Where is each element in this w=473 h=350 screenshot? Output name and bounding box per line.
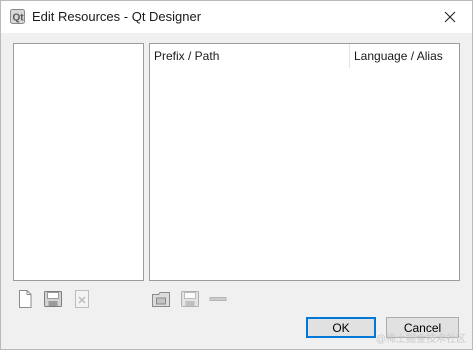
qt-designer-icon: Qt xyxy=(10,9,25,24)
open-resource-file-button[interactable] xyxy=(43,289,63,309)
column-header-language-alias[interactable]: Language / Alias xyxy=(354,44,443,68)
resource-files-list[interactable] xyxy=(13,43,144,281)
new-resource-file-button[interactable] xyxy=(15,289,35,309)
add-files-button[interactable] xyxy=(180,289,200,309)
close-icon xyxy=(444,11,456,23)
remove-file-icon xyxy=(75,290,89,308)
new-file-icon xyxy=(19,290,32,308)
add-prefix-button[interactable] xyxy=(151,289,171,309)
column-divider xyxy=(349,44,350,68)
edit-resources-dialog: Qt Edit Resources - Qt Designer Prefix /… xyxy=(0,0,473,350)
tree-header: Prefix / Path Language / Alias xyxy=(150,44,459,68)
add-files-icon xyxy=(181,291,199,307)
svg-text:Qt: Qt xyxy=(13,13,25,24)
watermark-text: @稀土掘金技术社区 xyxy=(375,334,466,345)
column-header-prefix-path[interactable]: Prefix / Path xyxy=(154,44,219,68)
remove-icon xyxy=(209,297,227,301)
resources-tree[interactable]: Prefix / Path Language / Alias xyxy=(149,43,460,281)
close-button[interactable] xyxy=(428,1,472,33)
remove-resource-file-button[interactable] xyxy=(72,289,92,309)
remove-button[interactable] xyxy=(208,289,228,309)
open-file-icon xyxy=(44,291,62,307)
title-bar[interactable]: Qt Edit Resources - Qt Designer xyxy=(1,1,472,33)
add-prefix-icon xyxy=(152,292,170,307)
ok-button[interactable]: OK xyxy=(306,317,376,338)
window-title: Edit Resources - Qt Designer xyxy=(32,9,202,24)
